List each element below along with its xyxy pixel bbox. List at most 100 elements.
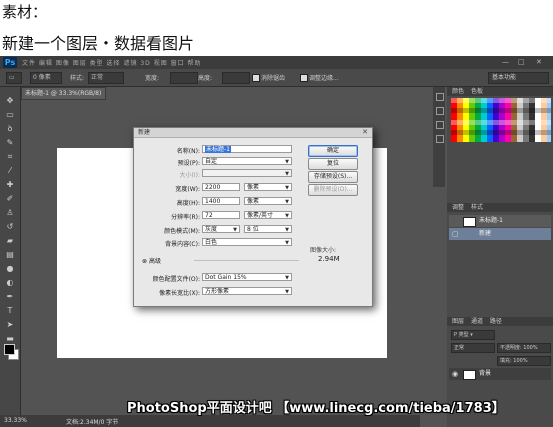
tab-styles[interactable]: 样式 xyxy=(471,204,483,211)
zoom-readout[interactable]: 33.33% xyxy=(4,417,27,424)
height-label: 高度(H): xyxy=(176,200,200,207)
lasso-icon[interactable]: ꝺ xyxy=(4,123,16,134)
pixel-aspect-label: 像素长宽比(X): xyxy=(159,290,200,297)
type-icon[interactable]: T xyxy=(4,305,16,316)
stamp-icon[interactable]: ♙ xyxy=(4,207,16,218)
refine-checkbox[interactable] xyxy=(300,74,308,82)
tab-swatches[interactable]: 色板 xyxy=(471,88,483,95)
history-panel-icon[interactable] xyxy=(436,93,444,101)
doc-size-readout: 文档:2.34M/0 字节 xyxy=(66,419,119,426)
doc-layer-name: 未标题-1 xyxy=(479,217,503,224)
blend-mode-select[interactable]: 正常 xyxy=(451,343,495,353)
gradient-icon[interactable]: ▤ xyxy=(4,249,16,260)
height-unit-select[interactable]: 像素 ▼ xyxy=(244,197,292,205)
dodge-icon[interactable]: ◐ xyxy=(4,277,16,288)
swatch-panel-tabs: 颜色 色板 xyxy=(447,87,553,96)
opacity-field[interactable]: 不透明度: 100% xyxy=(497,343,551,353)
character-panel-icon[interactable] xyxy=(436,135,444,143)
tab-color[interactable]: 颜色 xyxy=(452,88,464,95)
reset-button[interactable]: 复位 xyxy=(308,158,358,170)
eye-icon[interactable]: ◉ xyxy=(452,368,458,380)
tab-adjustments[interactable]: 调整 xyxy=(452,204,464,211)
save-preset-button[interactable]: 存储预设(S)... xyxy=(308,171,358,183)
path-select-icon[interactable]: ➤ xyxy=(4,319,16,330)
height-field[interactable] xyxy=(222,72,250,84)
chevron-down-icon: ▼ xyxy=(285,171,289,177)
width-field[interactable]: 2200 xyxy=(202,183,240,191)
background-thumbnail xyxy=(463,370,476,380)
dialog-title: 新建 xyxy=(134,128,372,138)
doc-layer-row[interactable]: 未标题-1 xyxy=(449,215,551,227)
new-layer-row[interactable]: ▢ 新建 xyxy=(449,228,551,240)
tab-layers[interactable]: 图层 xyxy=(452,318,464,325)
fill-field[interactable]: 填充: 100% xyxy=(497,356,551,366)
panel-dock xyxy=(433,87,445,187)
quick-select-icon[interactable]: ✎ xyxy=(4,137,16,148)
maximize-icon[interactable]: □ xyxy=(518,58,525,66)
document-tab[interactable]: 未标题-1 @ 33.3%(RGB/8) xyxy=(21,87,106,100)
blur-icon[interactable]: ● xyxy=(4,263,16,274)
crop-icon[interactable]: ⌗ xyxy=(4,151,16,162)
tab-channels[interactable]: 通道 xyxy=(471,318,483,325)
right-panels: 颜色 色板 调整 样式 未标题-1 ▢ 新建 图层 通道 路径 P 类型 ▾ 正… xyxy=(447,87,553,427)
advanced-toggle[interactable]: ⊗ 高级 xyxy=(142,256,161,265)
healing-icon[interactable]: ✚ xyxy=(4,179,16,190)
layers-panel-tabs: 图层 通道 路径 xyxy=(447,317,553,326)
close-window-icon[interactable]: ✕ xyxy=(536,58,542,66)
marquee-tool-icon[interactable]: ▭ xyxy=(6,72,22,84)
style-label: 样式: xyxy=(70,75,85,82)
layer-kind-filter[interactable]: P 类型 ▾ xyxy=(451,330,495,340)
preset-select[interactable]: 自定 ▼ xyxy=(202,157,292,165)
pixel-aspect-value: 方形像素 xyxy=(205,288,230,295)
color-mode-select[interactable]: 灰度 ▼ xyxy=(202,225,240,233)
tab-paths[interactable]: 路径 xyxy=(490,318,502,325)
move-tool-icon[interactable]: ✥ xyxy=(4,95,16,106)
workspace-select[interactable]: 基本功能 xyxy=(488,72,549,84)
layer-thumbnail xyxy=(463,217,476,227)
style-select[interactable]: 正常 xyxy=(88,72,124,84)
delete-preset-button[interactable]: 删除预设(D)... xyxy=(308,184,358,196)
advanced-separator xyxy=(194,260,299,261)
antialias-checkbox[interactable] xyxy=(252,74,260,82)
dialog-close-icon[interactable]: ✕ xyxy=(362,128,368,136)
chevron-down-icon: ▼ xyxy=(285,199,289,205)
shape-icon[interactable]: ▬ xyxy=(4,333,16,344)
pen-icon[interactable]: ✒ xyxy=(4,291,16,302)
height-field[interactable]: 1400 xyxy=(202,197,240,205)
bit-depth-select[interactable]: 8 位 ▼ xyxy=(244,225,292,233)
chevron-down-icon: ▼ xyxy=(285,275,289,281)
history-brush-icon[interactable]: ↺ xyxy=(4,221,16,232)
background-layer-row[interactable]: ◉ 背景 xyxy=(449,368,551,380)
preset-label: 预设(P): xyxy=(177,160,200,167)
actions-panel-icon[interactable] xyxy=(436,107,444,115)
image-size-value: 2.94M xyxy=(318,255,340,263)
pixel-aspect-select[interactable]: 方形像素 ▼ xyxy=(202,287,292,295)
brush-panel-icon[interactable] xyxy=(436,121,444,129)
refine-edge-label[interactable]: 调整边缘... xyxy=(309,73,339,82)
color-profile-select[interactable]: Dot Gain 15% ▼ xyxy=(202,273,292,281)
minimize-icon[interactable]: — xyxy=(502,58,509,66)
swatches-grid[interactable] xyxy=(451,98,551,142)
name-field[interactable]: 未标题-1 xyxy=(202,145,292,153)
ok-button[interactable]: 确定 xyxy=(308,145,358,157)
chevron-down-icon: ▼ xyxy=(285,289,289,295)
size-select: ▼ xyxy=(202,169,292,177)
caption-line-1: 素材： xyxy=(2,3,48,21)
width-unit-select[interactable]: 像素 ▼ xyxy=(244,183,292,191)
background-contents-select[interactable]: 白色 ▼ xyxy=(202,238,292,246)
width-field[interactable] xyxy=(170,72,198,84)
color-profile-value: Dot Gain 15% xyxy=(205,274,247,281)
resolution-unit-select[interactable]: 像素/英寸 ▼ xyxy=(244,211,292,219)
resolution-field[interactable]: 72 xyxy=(202,211,240,219)
chevron-down-icon: ▼ xyxy=(233,227,237,233)
menu-items[interactable]: 文件 编辑 图像 图层 类型 选择 滤镜 3D 视图 窗口 帮助 xyxy=(22,58,202,67)
tools-panel: ✥ ▭ ꝺ ✎ ⌗ ⁄ ✚ ✐ ♙ ↺ ▰ ▤ ● ◐ ✒ T ➤ ▬ xyxy=(0,87,21,427)
eraser-icon[interactable]: ▰ xyxy=(4,235,16,246)
width-unit: 像素 xyxy=(247,184,260,191)
eyedropper-icon[interactable]: ⁄ xyxy=(4,165,16,176)
marquee-icon[interactable]: ▭ xyxy=(4,109,16,120)
brush-icon[interactable]: ✐ xyxy=(4,193,16,204)
foreground-color-swatch[interactable] xyxy=(4,344,15,355)
caption-line-2: 新建一个图层・数据看图片 xyxy=(2,34,195,53)
feather-field[interactable]: 0 像素 xyxy=(30,72,62,84)
